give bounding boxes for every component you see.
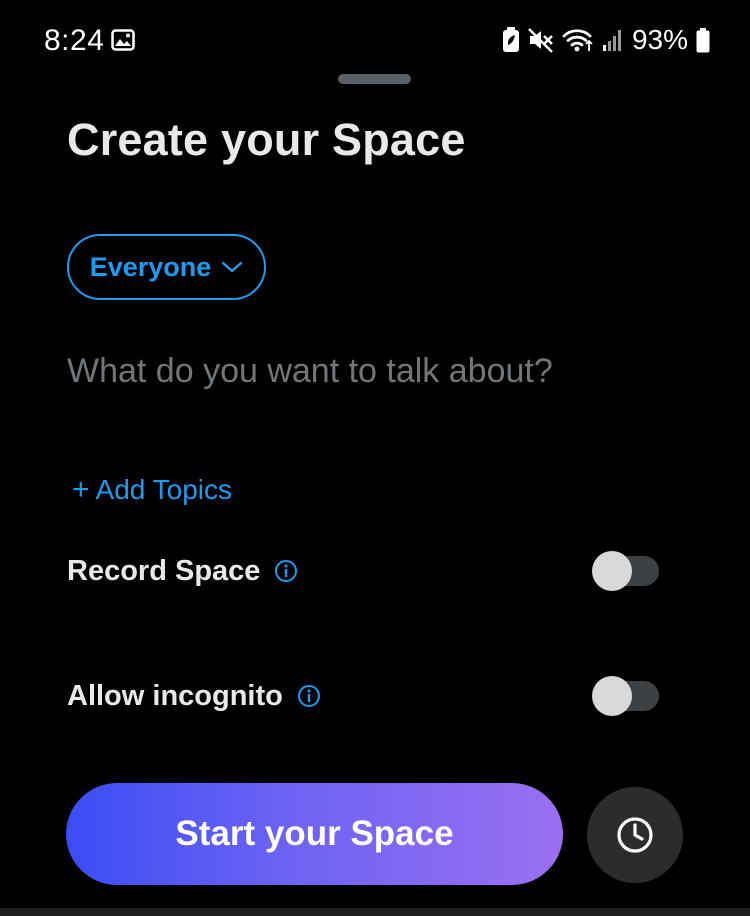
wifi-icon	[562, 29, 593, 52]
schedule-space-button[interactable]	[587, 787, 683, 883]
allow-incognito-info-icon[interactable]	[297, 684, 321, 708]
sheet-drag-handle[interactable]	[338, 74, 411, 84]
topic-input[interactable]	[67, 345, 687, 397]
plus-icon: +	[72, 473, 90, 506]
audience-dropdown[interactable]: Everyone	[67, 234, 266, 300]
record-space-info-icon[interactable]	[274, 559, 298, 583]
record-space-toggle[interactable]	[592, 551, 659, 591]
mute-icon	[528, 28, 553, 53]
add-topics-button[interactable]: + Add Topics	[72, 470, 232, 510]
chevron-down-icon	[222, 261, 243, 273]
battery-icon	[696, 28, 710, 53]
status-icons: 93%	[502, 24, 710, 56]
clock-icon	[617, 817, 653, 853]
allow-incognito-toggle[interactable]	[592, 676, 659, 716]
page-title: Create your Space	[67, 114, 466, 165]
record-space-label: Record Space	[67, 554, 261, 587]
bottom-edge	[0, 908, 750, 916]
battery-saver-icon	[502, 27, 519, 52]
toggle-knob	[592, 551, 632, 591]
create-space-screen: 8:24 93% Create your Space Everyone What…	[0, 0, 750, 916]
start-space-button[interactable]: Start your Space	[66, 783, 563, 885]
allow-incognito-row: Allow incognito	[67, 671, 687, 721]
allow-incognito-label: Allow incognito	[67, 679, 283, 712]
audience-label: Everyone	[89, 251, 212, 282]
battery-percent: 93%	[631, 24, 688, 55]
status-time: 8:24	[44, 24, 105, 57]
gallery-icon	[111, 29, 135, 51]
toggle-knob	[592, 676, 632, 716]
add-topics-label: Add Topics	[95, 474, 232, 505]
record-space-row: Record Space	[67, 546, 687, 596]
status-bar: 8:24 93%	[0, 0, 750, 80]
signal-icon	[602, 30, 621, 51]
